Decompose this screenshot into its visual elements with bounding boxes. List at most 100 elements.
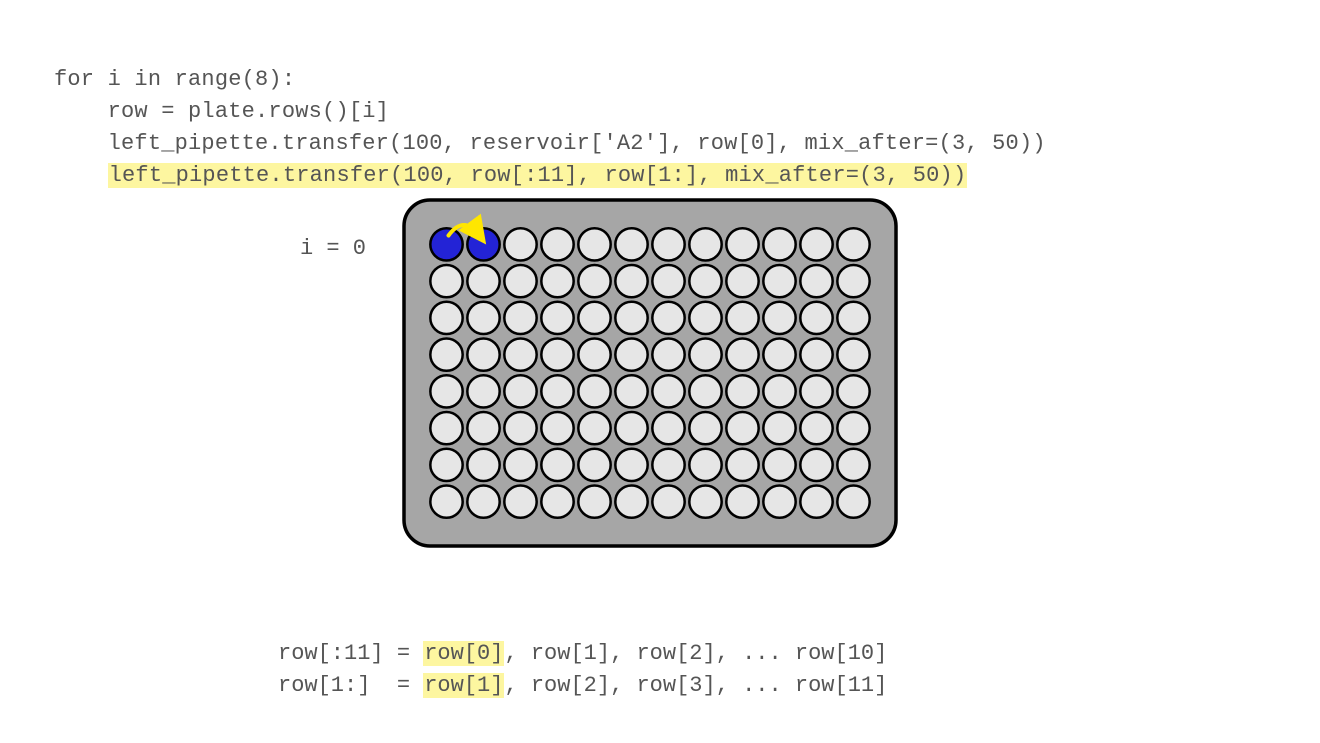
well-empty bbox=[652, 228, 684, 260]
well-empty bbox=[504, 228, 536, 260]
well-empty bbox=[467, 412, 499, 444]
well-empty bbox=[837, 265, 869, 297]
code-block: for i in range(8): row = plate.rows()[i]… bbox=[54, 32, 1046, 191]
well-empty bbox=[800, 412, 832, 444]
well-empty bbox=[467, 449, 499, 481]
well-empty bbox=[430, 302, 462, 334]
well-empty bbox=[689, 302, 721, 334]
well-empty bbox=[467, 375, 499, 407]
well-empty bbox=[578, 265, 610, 297]
well-empty bbox=[541, 302, 573, 334]
well-empty bbox=[726, 338, 758, 370]
well-empty bbox=[541, 265, 573, 297]
well-empty bbox=[652, 375, 684, 407]
well-empty bbox=[430, 485, 462, 517]
well-empty bbox=[652, 412, 684, 444]
plate-svg bbox=[400, 196, 900, 550]
well-empty bbox=[504, 338, 536, 370]
well-empty bbox=[726, 375, 758, 407]
well-empty bbox=[467, 265, 499, 297]
well-empty bbox=[689, 228, 721, 260]
well-empty bbox=[800, 228, 832, 260]
well-filled bbox=[467, 228, 499, 260]
well-empty bbox=[689, 485, 721, 517]
well-empty bbox=[578, 302, 610, 334]
well-empty bbox=[800, 375, 832, 407]
well-empty bbox=[652, 485, 684, 517]
well-empty bbox=[615, 449, 647, 481]
well-empty bbox=[763, 412, 795, 444]
well-empty bbox=[578, 449, 610, 481]
well-empty bbox=[541, 449, 573, 481]
well-empty bbox=[837, 302, 869, 334]
well-empty bbox=[837, 485, 869, 517]
well-empty bbox=[615, 412, 647, 444]
well-empty bbox=[837, 412, 869, 444]
well-empty bbox=[726, 485, 758, 517]
well-empty bbox=[689, 412, 721, 444]
well-empty bbox=[763, 375, 795, 407]
well-empty bbox=[615, 228, 647, 260]
well-empty bbox=[541, 375, 573, 407]
well-empty bbox=[504, 485, 536, 517]
well-empty bbox=[615, 265, 647, 297]
well-empty bbox=[578, 338, 610, 370]
well-empty bbox=[726, 412, 758, 444]
well-empty bbox=[430, 375, 462, 407]
well-empty bbox=[578, 375, 610, 407]
footer-line-1: row[:11] = row[0], row[1], row[2], ... r… bbox=[278, 641, 887, 666]
well-empty bbox=[652, 338, 684, 370]
well-empty bbox=[504, 265, 536, 297]
code-line-2: row = plate.rows()[i] bbox=[54, 99, 389, 124]
well-empty bbox=[837, 338, 869, 370]
well-empty bbox=[430, 338, 462, 370]
well-empty bbox=[504, 449, 536, 481]
well-empty bbox=[541, 412, 573, 444]
code-line-4-indent bbox=[54, 163, 108, 188]
well-empty bbox=[541, 228, 573, 260]
well-empty bbox=[837, 449, 869, 481]
iteration-label: i = 0 bbox=[300, 236, 366, 261]
well-empty bbox=[615, 485, 647, 517]
well-empty bbox=[837, 375, 869, 407]
well-empty bbox=[652, 449, 684, 481]
well-empty bbox=[763, 302, 795, 334]
well-empty bbox=[837, 228, 869, 260]
well-empty bbox=[763, 228, 795, 260]
code-line-4-highlight: left_pipette.transfer(100, row[:11], row… bbox=[108, 163, 968, 188]
well-plate-diagram bbox=[400, 196, 900, 550]
well-empty bbox=[800, 338, 832, 370]
well-empty bbox=[800, 265, 832, 297]
well-empty bbox=[689, 449, 721, 481]
well-empty bbox=[726, 449, 758, 481]
well-empty bbox=[726, 302, 758, 334]
well-empty bbox=[689, 338, 721, 370]
well-empty bbox=[578, 412, 610, 444]
well-empty bbox=[689, 265, 721, 297]
well-empty bbox=[726, 228, 758, 260]
well-empty bbox=[726, 265, 758, 297]
well-empty bbox=[689, 375, 721, 407]
well-empty bbox=[467, 302, 499, 334]
footer-line-2: row[1:] = row[1], row[2], row[3], ... ro… bbox=[278, 673, 887, 698]
well-empty bbox=[578, 485, 610, 517]
well-empty bbox=[652, 302, 684, 334]
well-empty bbox=[615, 302, 647, 334]
footer-code: row[:11] = row[0], row[1], row[2], ... r… bbox=[278, 606, 887, 702]
well-empty bbox=[615, 375, 647, 407]
well-empty bbox=[504, 375, 536, 407]
well-empty bbox=[800, 485, 832, 517]
well-empty bbox=[800, 302, 832, 334]
well-empty bbox=[467, 338, 499, 370]
code-line-3: left_pipette.transfer(100, reservoir['A2… bbox=[54, 131, 1046, 156]
well-empty bbox=[763, 338, 795, 370]
well-empty bbox=[652, 265, 684, 297]
well-empty bbox=[541, 338, 573, 370]
well-empty bbox=[800, 449, 832, 481]
well-empty bbox=[504, 412, 536, 444]
well-empty bbox=[430, 265, 462, 297]
well-filled bbox=[430, 228, 462, 260]
well-empty bbox=[430, 412, 462, 444]
well-empty bbox=[763, 485, 795, 517]
well-empty bbox=[578, 228, 610, 260]
